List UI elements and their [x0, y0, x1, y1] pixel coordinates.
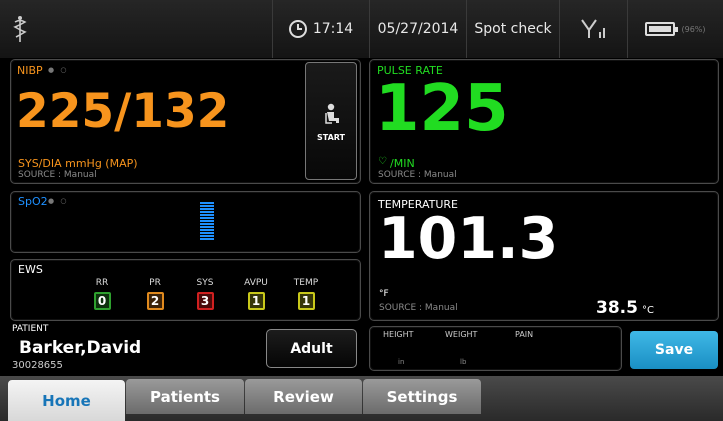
- date-display: 05/27/2014: [369, 0, 466, 58]
- temperature-unit-f: °F: [379, 289, 389, 299]
- nibp-label: NIBP: [17, 64, 43, 77]
- caduceus-icon: [0, 0, 40, 58]
- ews-sys-score: 3: [196, 292, 214, 310]
- spo2-label: SpO2: [18, 195, 48, 208]
- save-button[interactable]: Save: [630, 331, 718, 369]
- height-label: HEIGHT: [383, 330, 414, 339]
- pain-label: PAIN: [515, 330, 534, 339]
- patient-type-button[interactable]: Adult: [266, 329, 357, 368]
- ews-temp: TEMP 1: [284, 278, 328, 310]
- signal-icon: [559, 0, 627, 58]
- ews-temp-score: 1: [297, 292, 315, 310]
- battery-text: (96%): [681, 24, 706, 34]
- weight-unit: lb: [460, 358, 467, 366]
- ews-sys: SYS 3: [183, 278, 227, 310]
- ews-rr: RR 0: [80, 278, 124, 310]
- ews-pr: PR 2: [133, 278, 177, 310]
- start-button[interactable]: START: [305, 62, 357, 180]
- mode-display: Spot check: [466, 0, 559, 58]
- clock-icon: [288, 20, 307, 38]
- battery-status: (96%): [627, 0, 723, 58]
- patient-label: PATIENT: [12, 324, 49, 334]
- ews-label: EWS: [18, 263, 43, 276]
- clock-time: 17:14: [312, 21, 354, 37]
- temperature-source: SOURCE : Manual: [379, 303, 458, 313]
- pulse-source: SOURCE : Manual: [378, 170, 457, 180]
- height-unit: in: [398, 358, 405, 366]
- ews-rr-score: 0: [93, 292, 111, 310]
- ews-sys-label: SYS: [196, 278, 214, 288]
- nibp-source: SOURCE : Manual: [18, 170, 97, 180]
- battery-icon: [645, 22, 679, 36]
- tab-settings[interactable]: Settings: [363, 379, 481, 414]
- temperature-value: 101.3: [378, 206, 559, 272]
- ews-pr-label: PR: [149, 278, 161, 288]
- patient-name[interactable]: Barker,David: [19, 338, 141, 358]
- pulse-units: /MIN: [390, 157, 415, 170]
- tab-patients[interactable]: Patients: [126, 379, 244, 414]
- nibp-value: 225/132: [16, 84, 230, 139]
- clock-display: 17:14: [272, 0, 369, 58]
- tab-home[interactable]: Home: [8, 380, 125, 421]
- ews-temp-label: TEMP: [293, 278, 319, 288]
- start-label: START: [316, 133, 346, 142]
- ews-rr-label: RR: [95, 278, 109, 288]
- tab-review[interactable]: Review: [245, 379, 362, 414]
- ews-pr-score: 2: [146, 292, 164, 310]
- weight-label: WEIGHT: [445, 330, 478, 339]
- patient-seated-icon: [322, 103, 342, 125]
- status-bar: 17:14 05/27/2014 Spot check (96%): [0, 0, 723, 58]
- nibp-dots-icon: ● ○: [48, 66, 69, 74]
- spo2-dots-icon: ● ○: [48, 197, 69, 205]
- temperature-celsius: 38.5: [596, 298, 638, 318]
- spo2-pulse-bar: [200, 202, 214, 242]
- pulse-value: 125: [375, 72, 509, 146]
- ews-avpu-label: AVPU: [244, 278, 268, 288]
- patient-id: 30028655: [12, 360, 63, 371]
- temperature-unit-c: °C: [642, 305, 654, 316]
- ews-avpu-score: 1: [247, 292, 265, 310]
- heart-icon: ♡: [378, 156, 387, 167]
- nibp-units: SYS/DIA mmHg (MAP): [18, 157, 138, 170]
- ews-avpu: AVPU 1: [234, 278, 278, 310]
